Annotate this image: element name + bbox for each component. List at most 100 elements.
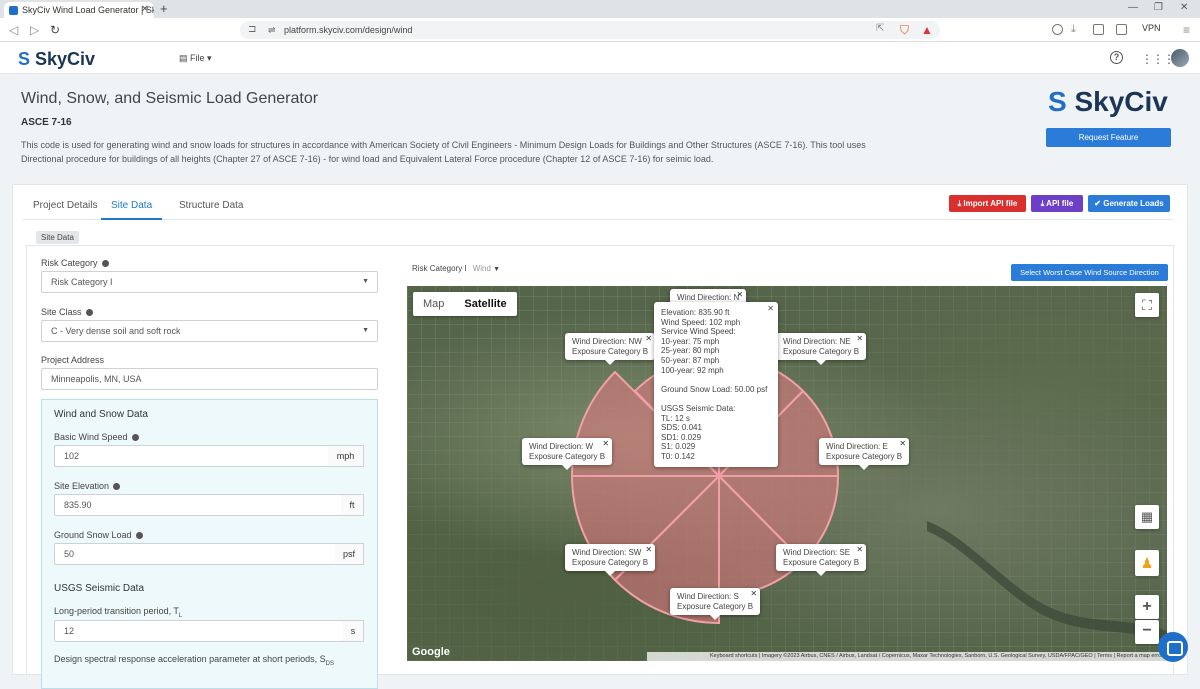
project-address-label: Project Address [41, 355, 105, 365]
wind-speed-unit: mph [328, 445, 364, 467]
skyciv-brand-logo: S SkyCiv [1048, 86, 1168, 118]
close-icon[interactable]: ✕ [899, 439, 906, 449]
popup-w[interactable]: ✕ Wind Direction: W Exposure Category B [522, 438, 613, 470]
popup-nw-exposure: Exposure Category B [572, 346, 649, 356]
close-icon[interactable]: ✕ [645, 545, 652, 555]
pegman-icon[interactable]: ♟ [1135, 550, 1159, 576]
tl-input[interactable]: 12 [54, 620, 344, 642]
file-menu-label: File [190, 53, 205, 63]
tab-site-data[interactable]: Site Data [101, 195, 163, 220]
info-icon[interactable] [131, 434, 139, 442]
popup-sw-exposure: Exposure Category B [572, 557, 649, 567]
tl-subscript: L [178, 612, 183, 619]
close-icon[interactable]: ✕ [767, 304, 774, 314]
popup-se[interactable]: ✕ Wind Direction: SE Exposure Category B [776, 544, 867, 576]
back-icon[interactable]: ◁ [9, 23, 18, 37]
api-file-button[interactable]: ⤓ API file [1031, 195, 1083, 212]
rewards-icon[interactable]: ▲ [921, 23, 933, 37]
skyciv-logo[interactable]: S SkyCiv [18, 49, 95, 70]
close-icon[interactable]: ✕ [750, 589, 757, 599]
import-api-label: Import API file [963, 199, 1018, 208]
maximize-icon[interactable]: ❐ [1154, 2, 1163, 13]
new-tab-icon[interactable]: + [160, 1, 168, 16]
fullscreen-icon[interactable]: ⛶ [1135, 293, 1159, 317]
share-icon[interactable]: ⇱ [876, 23, 884, 34]
tab-structure-data[interactable]: Structure Data [169, 195, 253, 220]
sidebar-icon[interactable] [1093, 24, 1104, 35]
extensions-icon[interactable] [1052, 24, 1063, 35]
wind-snow-heading: Wind and Snow Data [54, 409, 148, 420]
download-icon[interactable]: ⤓ [1071, 23, 1076, 36]
wind-speed-input[interactable]: 102 [54, 445, 329, 467]
project-address-input[interactable]: Minneapolis, MN, USA [41, 368, 378, 390]
reload-icon[interactable]: ↻ [50, 23, 60, 37]
site-form: Risk Category Risk Category I ▼ Site Clas… [27, 246, 397, 689]
vpn-button[interactable]: VPN [1142, 23, 1161, 33]
close-icon[interactable]: ✕ [602, 439, 609, 449]
site-info-icon[interactable]: ⇌ [268, 21, 276, 39]
apps-grid-icon[interactable]: ⋮⋮⋮ [1141, 52, 1175, 66]
generate-loads-button[interactable]: ✔ Generate Loads [1088, 195, 1170, 212]
browser-tab[interactable]: SkyCiv Wind Load Generator | Sk ✕ [4, 2, 154, 18]
close-icon[interactable]: ✕ [737, 290, 744, 300]
bookmark-icon[interactable]: ⊐ [248, 21, 256, 39]
map-type-map[interactable]: Map [413, 292, 454, 316]
map-risk-category[interactable]: Risk Category I Wind ▼ [412, 264, 500, 273]
zoom-in-button[interactable]: + [1135, 595, 1159, 619]
info-icon[interactable] [101, 260, 109, 268]
info-icon[interactable] [135, 532, 143, 540]
wind-map[interactable]: Map Satellite ⛶ ▦ ♟ + − ✕ Wind Direction:… [407, 286, 1167, 661]
site-class-value: C - Very dense soil and soft rock [51, 326, 181, 336]
forward-icon[interactable]: ▷ [30, 23, 39, 37]
skyciv-favicon-icon [9, 6, 18, 15]
close-icon[interactable]: ✕ [856, 334, 863, 344]
layers-grid-icon[interactable]: ▦ [1135, 505, 1159, 529]
import-api-button[interactable]: ⤓ Import API file [949, 195, 1026, 212]
zoom-out-button[interactable]: − [1135, 620, 1159, 644]
site-info-popup[interactable]: ✕ Elevation: 835.90 ft Wind Speed: 102 m… [654, 302, 778, 467]
tab-project-details[interactable]: Project Details [23, 195, 107, 220]
popup-e[interactable]: ✕ Wind Direction: E Exposure Category B [819, 438, 910, 470]
wallet-icon[interactable] [1116, 24, 1127, 35]
site-class-select[interactable]: C - Very dense soil and soft rock ▼ [41, 320, 378, 342]
site-class-text: Site Class [41, 307, 82, 317]
page-header: Wind, Snow, and Seismic Load Generator A… [0, 74, 1200, 182]
brave-shield-icon[interactable]: ⛉ [900, 23, 909, 38]
popup-s[interactable]: ✕ Wind Direction: S Exposure Category B [670, 588, 761, 620]
risk-category-select[interactable]: Risk Category I ▼ [41, 271, 378, 293]
chat-icon[interactable] [1158, 632, 1188, 662]
file-menu[interactable]: ▤ File ▾ [179, 53, 212, 64]
map-type-satellite[interactable]: Satellite [454, 292, 516, 316]
minimize-icon[interactable]: — [1128, 2, 1138, 13]
snow-load-input[interactable]: 50 [54, 543, 336, 565]
address-bar[interactable]: ⊐ ⇌ platform.skyciv.com/design/wind [240, 21, 940, 39]
close-icon[interactable]: ✕ [645, 334, 652, 344]
info-sds: SDS: 0.041 [661, 423, 702, 433]
popup-nw[interactable]: ✕ Wind Direction: NW Exposure Category B [565, 333, 656, 365]
popup-nw-direction: Wind Direction: NW [572, 337, 642, 346]
map-attribution[interactable]: Keyboard shortcuts | Imagery ©2023 Airbu… [647, 652, 1167, 661]
close-window-icon[interactable]: ✕ [1180, 2, 1188, 13]
info-icon[interactable] [85, 309, 93, 317]
brand-logo-text: SkyCiv [1074, 86, 1168, 117]
menu-icon[interactable]: ≡ [1183, 23, 1190, 37]
request-feature-button[interactable]: Request Feature [1046, 128, 1171, 147]
tl-text: Long-period transition period, T [54, 606, 179, 616]
worst-case-direction-button[interactable]: Select Worst Case Wind Source Direction [1011, 264, 1168, 281]
info-icon[interactable] [113, 483, 121, 491]
site-elevation-label: Site Elevation [54, 481, 121, 491]
main-panel: Project Details Site Data Structure Data… [12, 184, 1188, 689]
avatar[interactable] [1171, 49, 1189, 67]
site-elevation-text: Site Elevation [54, 481, 110, 491]
usgs-heading: USGS Seismic Data [54, 583, 145, 594]
popup-se-exposure: Exposure Category B [783, 557, 860, 567]
logo-text: SkyCiv [35, 49, 96, 69]
url-text: platform.skyciv.com/design/wind [284, 25, 413, 35]
popup-sw[interactable]: ✕ Wind Direction: SW Exposure Category B [565, 544, 656, 576]
close-icon[interactable]: ✕ [856, 545, 863, 555]
site-elevation-input[interactable]: 835.90 [54, 494, 342, 516]
help-icon[interactable]: ? [1110, 51, 1123, 64]
close-tab-icon[interactable]: ✕ [141, 2, 149, 18]
popup-ne[interactable]: ✕ Wind Direction: NE Exposure Category B [776, 333, 867, 365]
